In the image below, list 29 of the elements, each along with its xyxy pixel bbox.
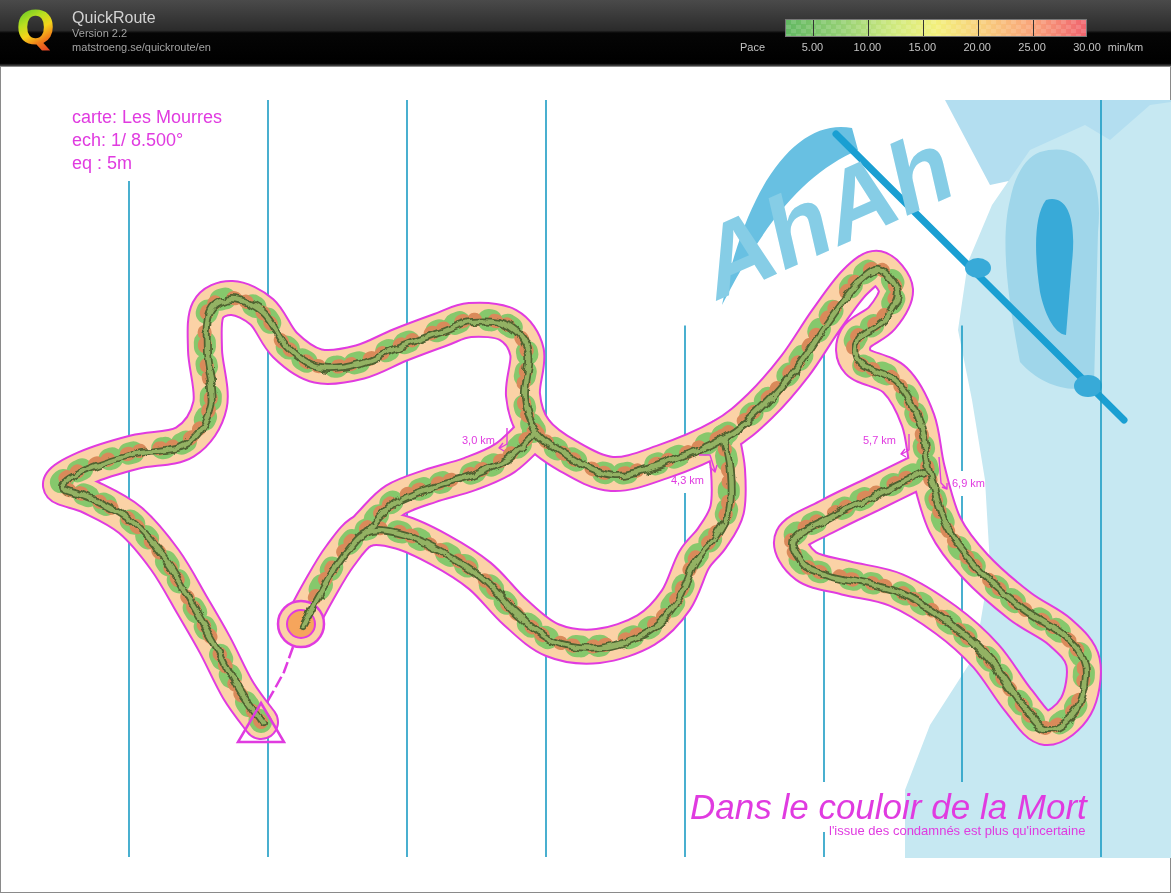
distance-label: 3,0 km: [462, 434, 495, 447]
pace-tick-label: 25.00: [1018, 41, 1046, 54]
bent-arrow-icon: [498, 426, 510, 452]
pace-unit-text: min/km: [1107, 41, 1144, 54]
version-text: Version 2.2: [72, 27, 129, 41]
distance-label: 4,3 km: [671, 474, 704, 487]
start-triangle: [235, 700, 287, 744]
pace-tick-label: 5.00: [801, 41, 824, 54]
bent-arrow-icon: [936, 455, 950, 491]
bent-arrow-icon: [697, 452, 719, 474]
website-url-text: matstroeng.se/quickroute/en: [72, 40, 211, 54]
map-info-text: ech: 1/ 8.500°: [72, 129, 185, 152]
distance-label: 5,7 km: [863, 434, 896, 447]
pace-tick-label: 20.00: [963, 41, 991, 54]
pace-tick-label: 15.00: [908, 41, 937, 54]
bent-arrow-icon: [900, 432, 912, 458]
app-title: QuickRoute: [72, 8, 157, 27]
artwork-lettering: AhAh: [680, 108, 970, 320]
map-subtitle: l'issue des condamnés est plus qu'incertaine: [829, 823, 1086, 838]
distance-label: 6,9 km: [952, 477, 985, 490]
finish-leg-line: [264, 646, 295, 705]
pace-tick-label: 30.00: [1073, 41, 1101, 54]
finish-circle: [276, 599, 326, 649]
north-line: [823, 831, 825, 858]
map-title: Dans le couloir de la Mort: [690, 788, 1087, 826]
pace-label: Pace: [740, 41, 766, 54]
pace-tick-label: 10.00: [853, 41, 882, 54]
map-info-text: eq : 5m: [72, 152, 134, 175]
map-info-text: carte: Les Mourres: [72, 106, 223, 129]
